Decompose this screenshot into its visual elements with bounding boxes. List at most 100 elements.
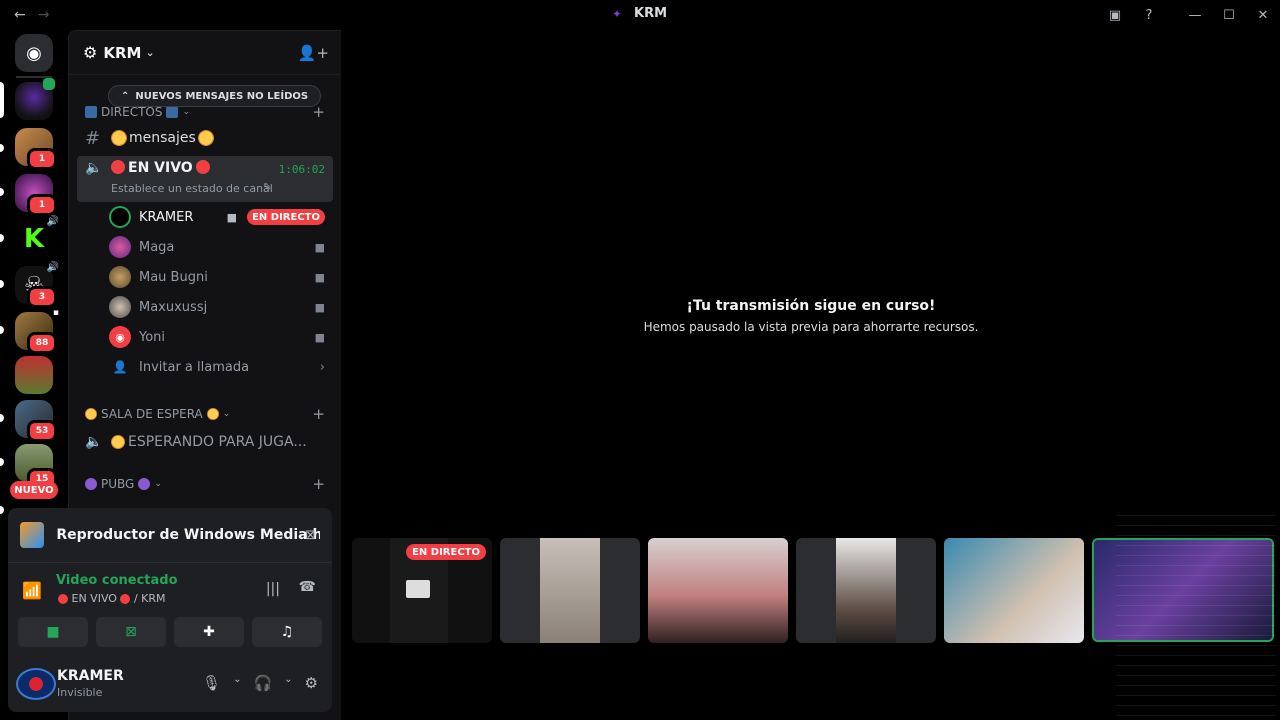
create-channel-icon[interactable]: + [312, 475, 325, 493]
tile-maxuxussj[interactable] [796, 538, 936, 643]
voice-action-buttons: ■ ⊠ ✚ ♫ [18, 617, 322, 647]
chevron-down-icon: ⌄ [145, 46, 155, 59]
channel-mensajes[interactable]: # mensajes [77, 123, 333, 153]
channel-label: EN VIVO [128, 160, 193, 176]
chevron-down-icon[interactable]: ⌄ [284, 674, 292, 692]
forward-button[interactable]: → [38, 7, 50, 23]
user-avatar[interactable] [16, 668, 56, 700]
channel-esperando[interactable]: 🔈 ESPERANDO PARA JUGA... [77, 427, 333, 457]
noise-suppression-icon[interactable]: ||| [266, 581, 280, 597]
minimize-button[interactable]: — [1178, 0, 1212, 30]
server-skull[interactable]: ☠ 🔊 3 [15, 262, 59, 308]
unread-indicator [0, 144, 4, 152]
server-krm[interactable] [15, 78, 55, 120]
unread-indicator [0, 458, 4, 466]
live-badge: EN DIRECTO [247, 209, 325, 225]
tile-mau-bugni[interactable] [648, 538, 788, 643]
server-logo-icon: ✦ [612, 6, 623, 21]
tile-yoni[interactable] [944, 538, 1084, 643]
maximize-button[interactable]: ☐ [1212, 0, 1246, 30]
devil-emoji-icon [85, 478, 97, 490]
server-sui[interactable]: ▪ 88 [15, 308, 59, 354]
stop-stream-icon[interactable]: ⊠ [305, 528, 316, 543]
close-button[interactable]: ✕ [1246, 0, 1280, 30]
server-cat[interactable]: 1 [15, 128, 57, 170]
chat-lines [1116, 506, 1276, 720]
server-name: KRM [103, 43, 142, 62]
new-servers-badge[interactable]: NUEVO [10, 481, 58, 499]
history-nav: ← → [14, 7, 49, 23]
mention-badge: 1 [27, 194, 57, 216]
server-r[interactable]: 1 [15, 174, 57, 216]
category-pubg[interactable]: PUBG ⌄ + [85, 475, 331, 493]
server-kick[interactable]: K 🔊 [15, 216, 59, 258]
stream-chat-overlay [1112, 506, 1276, 720]
activity-title: Reproductor de Windows Media h... [56, 527, 320, 543]
title-bar: ← → ✦ KRM ▣ ? — ☐ ✕ [0, 0, 1280, 30]
connection-signal-icon[interactable]: 📶 [22, 581, 42, 600]
inbox-icon[interactable]: ▣ [1098, 0, 1132, 30]
microphone-icon[interactable]: 🎙 [202, 674, 221, 692]
video-feed [944, 538, 1084, 643]
chevron-up-icon: ⌃ [121, 90, 130, 102]
soundboard-button[interactable]: ♫ [252, 617, 322, 647]
unread-indicator [0, 326, 4, 334]
server-settings-icon: ⚙ [83, 43, 98, 62]
screen-share-button[interactable]: ⊠ [96, 617, 166, 647]
window-title-text: KRM [634, 6, 668, 21]
voice-user-maxuxussj[interactable]: Maxuxussj ■ [109, 293, 333, 321]
category-sala-de-espera[interactable]: SALA DE ESPERA ⌄ + [85, 405, 331, 423]
voice-user-kramer[interactable]: KRAMER ■ EN DIRECTO [109, 203, 333, 231]
voice-channel-info[interactable]: EN VIVO / KRM [58, 592, 166, 605]
avatar [109, 206, 131, 228]
no-entry-emoji-icon [120, 594, 131, 604]
avatar [109, 236, 131, 258]
avatar [109, 266, 131, 288]
invite-people-icon[interactable]: 👤+ [298, 44, 329, 62]
voice-user-yoni[interactable]: ◉ Yoni ■ [109, 323, 333, 351]
voice-user-maga[interactable]: Maga ■ [109, 233, 333, 261]
no-entry-emoji-icon [195, 160, 210, 174]
chevron-down-icon[interactable]: ⌄ [233, 674, 241, 692]
tile-kramer-stream[interactable]: EN DIRECTO [352, 538, 492, 643]
camera-button[interactable]: ■ [18, 617, 88, 647]
user-panel: KRAMER Invisible 🎙 ⌄ 🎧 ⌄ ⚙ [8, 654, 332, 712]
activities-button[interactable]: ✚ [174, 617, 244, 647]
unread-indicator [0, 234, 4, 242]
tile-maga[interactable] [500, 538, 640, 643]
window-title: ✦ KRM [612, 6, 667, 21]
new-messages-pill[interactable]: ⌃ NUEVOS MENSAJES NO LEÍDOS [108, 85, 322, 107]
star-eyes-emoji-icon [111, 130, 127, 146]
camera-icon: ■ [314, 300, 325, 314]
channel-status[interactable]: Establece un estado de canal [111, 182, 273, 195]
home-button[interactable]: ◉ [15, 34, 53, 72]
voice-user-mau-bugni[interactable]: Mau Bugni ■ [109, 263, 333, 291]
voice-status[interactable]: Video conectado [56, 573, 178, 588]
server-game[interactable] [15, 356, 53, 394]
speaker-icon: 🔈 [85, 434, 103, 450]
gear-icon[interactable]: ⚙ [305, 674, 318, 692]
back-button[interactable]: ← [14, 7, 26, 23]
speaker-icon: 🔊 [46, 262, 59, 273]
chevron-down-icon: ⌄ [154, 479, 162, 489]
user-status: Invisible [57, 686, 103, 699]
user-name[interactable]: KRAMER [57, 668, 124, 684]
category-label: PUBG [101, 477, 135, 491]
window-controls: ▣ ? — ☐ ✕ [1098, 0, 1280, 30]
paused-notice: ¡Tu transmisión sigue en curso! Hemos pa… [342, 298, 1280, 334]
category-label: DIRECTOS [101, 105, 163, 119]
server-gta[interactable]: 53 [15, 400, 57, 442]
disconnect-icon[interactable]: ☎ [299, 579, 316, 595]
server-field[interactable]: 15 [15, 444, 57, 490]
help-icon[interactable]: ? [1132, 0, 1166, 30]
edit-pencil-icon[interactable]: ✎ [263, 182, 271, 193]
avatar [109, 296, 131, 318]
create-channel-icon[interactable]: + [312, 405, 325, 423]
category-directos[interactable]: DIRECTOS ⌄ + [85, 103, 331, 121]
video-feed [648, 538, 788, 643]
invite-to-call[interactable]: 👤 Invitar a llamada › [109, 353, 333, 381]
chevron-down-icon: ⌄ [222, 409, 231, 419]
headphones-icon[interactable]: 🎧 [253, 674, 272, 692]
server-header[interactable]: ⚙ KRM ⌄ 👤+ [69, 31, 341, 75]
channel-en-vivo[interactable]: 🔈 EN VIVO 1:06:02 Establece un estado de… [77, 156, 333, 202]
